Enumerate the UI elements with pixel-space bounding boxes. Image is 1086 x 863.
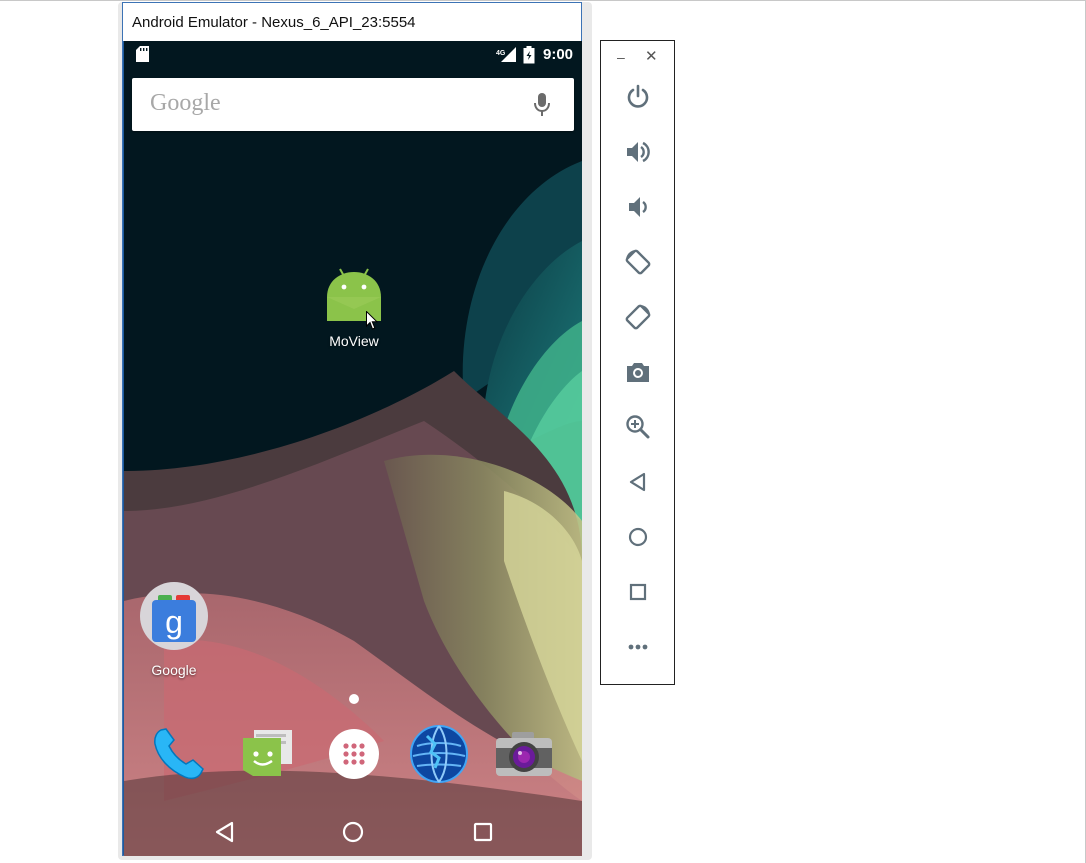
back-icon[interactable] <box>214 821 236 843</box>
app-label-google: Google <box>151 662 197 678</box>
power-icon <box>627 84 649 108</box>
rotate-left-icon <box>625 249 651 275</box>
rotate-left-button[interactable] <box>621 245 655 279</box>
phone-icon[interactable] <box>149 724 209 784</box>
emulator-window: Android Emulator - Nexus_6_API_23:5554 4… <box>122 2 582 856</box>
more-button[interactable] <box>621 630 655 664</box>
zoom-icon <box>626 415 650 439</box>
volume-up-button[interactable] <box>621 135 655 169</box>
battery-icon <box>523 46 535 64</box>
page-indicator <box>349 694 359 704</box>
browser-icon[interactable] <box>409 724 469 784</box>
app-label-moview: MoView <box>329 333 379 349</box>
sd-card-icon <box>136 46 149 62</box>
page-top-border <box>0 0 1086 1</box>
rotate-right-icon <box>625 304 651 330</box>
app-google-folder[interactable]: g Google <box>134 581 214 678</box>
volume-up-icon <box>627 141 650 163</box>
google-search-widget[interactable]: Google <box>132 78 574 131</box>
back-icon <box>629 472 646 492</box>
overview-button[interactable] <box>621 575 655 609</box>
app-drawer-icon[interactable] <box>324 724 384 784</box>
messaging-icon[interactable] <box>239 724 299 784</box>
minimize-button[interactable]: – <box>617 49 625 65</box>
emulator-side-toolbar: – ✕ <box>600 40 675 685</box>
google-folder-icon: g <box>140 582 208 650</box>
google-logo-text: Google <box>150 90 221 116</box>
home-icon[interactable] <box>342 821 364 843</box>
overview-icon <box>629 583 647 601</box>
screenshot-icon <box>627 363 649 382</box>
recents-icon[interactable] <box>472 821 494 843</box>
volume-down-button[interactable] <box>621 190 655 224</box>
zoom-button[interactable] <box>621 410 655 444</box>
volume-down-icon <box>629 197 647 217</box>
network-type-label: 4G <box>496 50 506 57</box>
mouse-cursor-icon <box>366 311 378 330</box>
status-bar: 4G 9:00 <box>124 41 582 69</box>
back-button[interactable] <box>621 465 655 499</box>
power-button[interactable] <box>621 80 655 114</box>
close-button[interactable]: ✕ <box>645 47 658 65</box>
more-icon <box>628 644 648 650</box>
device-screen[interactable]: 4G 9:00 Google MoView g Google <box>124 41 582 856</box>
microphone-icon[interactable] <box>532 92 552 118</box>
rotate-right-button[interactable] <box>621 300 655 334</box>
home-icon <box>628 527 648 547</box>
screenshot-button[interactable] <box>621 355 655 389</box>
emulator-title: Android Emulator - Nexus_6_API_23:5554 <box>132 13 416 31</box>
app-moview[interactable]: MoView <box>314 263 394 349</box>
status-clock: 9:00 <box>543 46 574 63</box>
emulator-title-bar[interactable]: Android Emulator - Nexus_6_API_23:5554 <box>123 3 581 41</box>
svg-text:g: g <box>165 604 183 640</box>
home-button[interactable] <box>621 520 655 554</box>
signal-icon: 4G <box>496 47 516 62</box>
camera-icon[interactable] <box>494 724 554 784</box>
